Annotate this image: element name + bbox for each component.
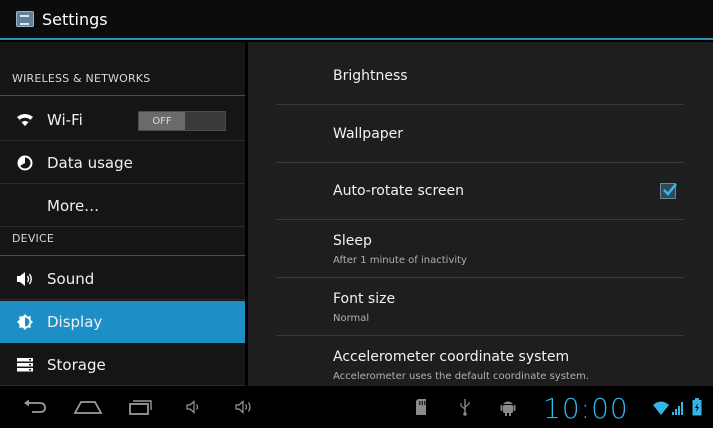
- data-usage-icon: [16, 154, 34, 172]
- sidebar-item-label: Data usage: [47, 153, 133, 172]
- status-clock: 10:00: [543, 392, 629, 425]
- home-button[interactable]: [71, 394, 105, 420]
- back-button[interactable]: [20, 394, 50, 420]
- section-header-wireless: WIRELESS & NETWORKS: [0, 72, 245, 96]
- setting-title: Accelerometer coordinate system: [333, 349, 570, 365]
- settings-app-icon: [16, 11, 34, 27]
- wifi-toggle[interactable]: OFF: [138, 111, 226, 131]
- wifi-signal-icon: [650, 394, 690, 420]
- volume-down-icon: [186, 400, 199, 414]
- battery-icon: [690, 394, 704, 420]
- sidebar-item-label: More…: [47, 196, 100, 215]
- setting-accelerometer[interactable]: Accelerometer coordinate system Accelero…: [276, 336, 684, 386]
- android-debug-icon: [499, 394, 517, 420]
- sidebar-item-label: Sound: [47, 269, 95, 288]
- setting-title: Auto-rotate screen: [333, 183, 464, 199]
- speaker-icon: [16, 270, 34, 288]
- setting-title: Wallpaper: [333, 126, 404, 142]
- back-icon: [24, 399, 46, 413]
- setting-sleep[interactable]: Sleep After 1 minute of inactivity: [276, 220, 684, 278]
- section-header-device: DEVICE: [0, 232, 245, 256]
- window-title: Settings: [42, 9, 108, 29]
- title-bar: Settings: [0, 0, 713, 40]
- setting-wallpaper[interactable]: Wallpaper: [276, 105, 684, 163]
- recent-apps-icon: [129, 400, 152, 415]
- volume-up-icon: [235, 400, 251, 414]
- sidebar-item-display[interactable]: Display: [0, 301, 245, 343]
- sidebar-item-more[interactable]: More…: [0, 185, 245, 227]
- recent-apps-button[interactable]: [125, 394, 155, 420]
- brightness-icon: [16, 313, 34, 331]
- usb-icon: [457, 394, 473, 420]
- setting-subtitle: After 1 minute of inactivity: [333, 255, 467, 266]
- home-icon: [73, 401, 103, 414]
- setting-subtitle: Accelerometer uses the default coordinat…: [333, 371, 589, 382]
- sidebar-item-sound[interactable]: Sound: [0, 258, 245, 300]
- settings-sidebar: WIRELESS & NETWORKS Wi-Fi OFF Data usage…: [0, 42, 245, 386]
- setting-font-size[interactable]: Font size Normal: [276, 278, 684, 336]
- setting-title: Sleep: [333, 233, 372, 249]
- setting-title: Font size: [333, 291, 396, 307]
- sidebar-item-storage[interactable]: Storage: [0, 344, 245, 386]
- volume-down-button[interactable]: [182, 394, 206, 420]
- volume-up-button[interactable]: [232, 394, 260, 420]
- setting-brightness[interactable]: Brightness: [276, 42, 684, 105]
- wifi-toggle-label: OFF: [139, 112, 185, 130]
- setting-subtitle: Normal: [333, 313, 370, 324]
- wifi-icon: [16, 111, 34, 129]
- sidebar-item-label: Display: [47, 313, 103, 331]
- sd-card-icon: [414, 394, 430, 420]
- sidebar-item-label: Wi-Fi: [47, 110, 83, 129]
- display-settings-panel: Brightness Wallpaper Auto-rotate screen …: [248, 42, 713, 386]
- setting-auto-rotate[interactable]: Auto-rotate screen: [276, 163, 684, 220]
- sidebar-item-data-usage[interactable]: Data usage: [0, 142, 245, 184]
- storage-icon: [16, 356, 34, 374]
- checkmark-icon: [663, 183, 678, 196]
- sidebar-item-label: Storage: [47, 355, 106, 374]
- sidebar-item-wifi[interactable]: Wi-Fi OFF: [0, 99, 245, 141]
- setting-title: Brightness: [333, 68, 408, 84]
- auto-rotate-checkbox[interactable]: [660, 183, 678, 199]
